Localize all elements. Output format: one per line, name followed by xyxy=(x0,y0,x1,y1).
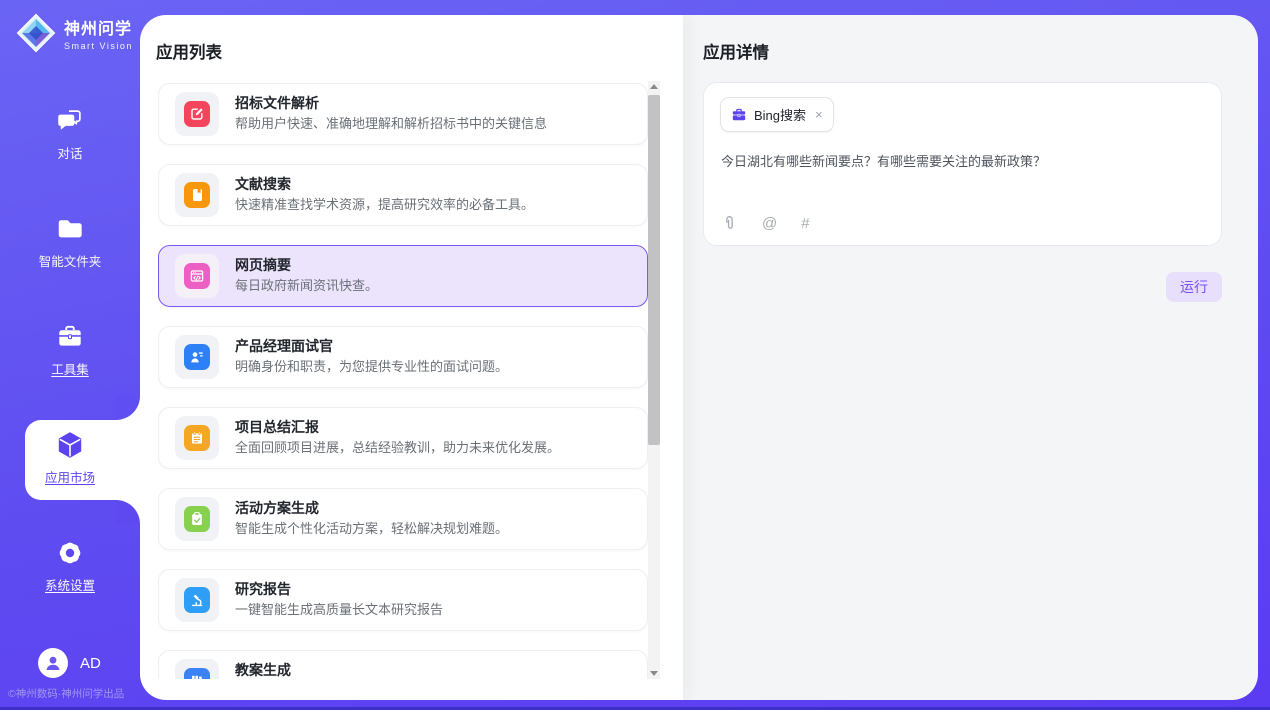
composer-card[interactable]: Bing搜索 × 今日湖北有哪些新闻要点？有哪些需要关注的最新政策？ @ # xyxy=(703,82,1222,246)
scrollbar-down-arrow[interactable] xyxy=(648,667,660,679)
chip-close-icon[interactable]: × xyxy=(815,108,823,121)
app-name: 活动方案生成 xyxy=(235,500,508,518)
tool-chip-bing-search[interactable]: Bing搜索 × xyxy=(720,97,834,132)
sidebar-item-label: 智能文件夹 xyxy=(39,251,102,270)
attachment-icon[interactable] xyxy=(721,215,738,232)
brand-subtitle: Smart Vision xyxy=(64,41,133,51)
browser-code-icon xyxy=(184,263,210,289)
gear-icon xyxy=(55,538,85,568)
books-icon xyxy=(184,668,210,679)
bubble-curve-bottom xyxy=(116,500,140,524)
folder-icon xyxy=(55,214,85,244)
chat-icon xyxy=(55,106,85,136)
sidebar-item-toolset[interactable]: 工具集 xyxy=(0,322,140,379)
person-icon xyxy=(44,654,62,672)
sidebar-item-label: 对话 xyxy=(57,143,82,162)
sidebar-item-app-market[interactable]: 应用市场 xyxy=(0,430,140,487)
app-list-panel: 应用列表 招标文件解析 帮助用户快速、准确地理解和解析招标书中的关键信息 xyxy=(140,15,683,700)
microscope-icon xyxy=(184,587,210,613)
app-name: 网页摘要 xyxy=(235,257,378,275)
app-card-web-summary[interactable]: 网页摘要 每日政府新闻资讯快查。 xyxy=(158,245,648,307)
app-desc: 快速精准查找学术资源，提高研究效率的必备工具。 xyxy=(235,197,534,214)
app-detail-panel: 应用详情 Bing搜索 × 今日湖北有哪些新闻要点？有哪些需要关注的最新政策？ xyxy=(683,15,1258,700)
brand-name: 神州问学 xyxy=(64,15,133,39)
toolbox-icon xyxy=(55,322,85,352)
sidebar-item-label: 工具集 xyxy=(51,359,89,378)
app-desc: 全面回顾项目进展，总结经验教训，助力未来优化发展。 xyxy=(235,440,560,457)
briefcase-icon xyxy=(731,107,747,123)
clipboard-check-icon xyxy=(184,506,210,532)
book-icon xyxy=(184,182,210,208)
bubble-curve-top xyxy=(116,396,140,420)
cube-icon xyxy=(55,430,85,460)
mention-icon[interactable]: @ xyxy=(762,215,777,232)
app-list: 招标文件解析 帮助用户快速、准确地理解和解析招标书中的关键信息 文献搜索 快速精… xyxy=(158,83,648,679)
diamond-gem-icon xyxy=(16,13,56,53)
app-card-research-report[interactable]: 研究报告 一键智能生成高质量长文本研究报告 xyxy=(158,569,648,631)
topic-icon[interactable]: # xyxy=(801,215,809,232)
user-account[interactable]: AD xyxy=(38,648,101,678)
composer-toolbar: @ # xyxy=(721,215,810,232)
query-text[interactable]: 今日湖北有哪些新闻要点？有哪些需要关注的最新政策？ xyxy=(721,152,1204,172)
app-desc: 帮助用户快速、准确地理解和解析招标书中的关键信息 xyxy=(235,116,547,133)
app-name: 研究报告 xyxy=(235,581,443,599)
app-card-lesson-plan[interactable]: 教案生成 模板驱动，教案秒成，教学准备从此轻松快捷 xyxy=(158,650,648,679)
app-desc: 一键智能生成高质量长文本研究报告 xyxy=(235,602,443,619)
sidebar-item-label: 系统设置 xyxy=(45,575,95,594)
app-list-title: 应用列表 xyxy=(156,39,222,63)
app-card-bid-analysis[interactable]: 招标文件解析 帮助用户快速、准确地理解和解析招标书中的关键信息 xyxy=(158,83,648,145)
sidebar: 神州问学 Smart Vision 对话 智能文件夹 工具集 xyxy=(0,0,140,714)
app-card-pm-interviewer[interactable]: 产品经理面试官 明确身份和职责，为您提供专业性的面试问题。 xyxy=(158,326,648,388)
pen-edit-icon xyxy=(184,101,210,127)
run-button[interactable]: 运行 xyxy=(1166,272,1222,302)
app-card-project-summary[interactable]: 项目总结汇报 全面回顾项目进展，总结经验教训，助力未来优化发展。 xyxy=(158,407,648,469)
app-name: 项目总结汇报 xyxy=(235,419,560,437)
sidebar-item-chat[interactable]: 对话 xyxy=(0,106,140,163)
main-content: 应用列表 招标文件解析 帮助用户快速、准确地理解和解析招标书中的关键信息 xyxy=(140,15,1258,700)
avatar xyxy=(38,648,68,678)
app-desc: 每日政府新闻资讯快查。 xyxy=(235,278,378,295)
app-name: 教案生成 xyxy=(235,662,495,679)
sidebar-item-settings[interactable]: 系统设置 xyxy=(0,538,140,595)
sidebar-item-label: 应用市场 xyxy=(45,467,95,486)
app-name: 文献搜索 xyxy=(235,176,534,194)
app-name: 招标文件解析 xyxy=(235,95,547,113)
brand-logo: 神州问学 Smart Vision xyxy=(16,13,133,53)
app-desc: 智能生成个性化活动方案，轻松解决规划难题。 xyxy=(235,521,508,538)
user-initials: AD xyxy=(80,655,101,672)
notepad-icon xyxy=(184,425,210,451)
app-card-literature-search[interactable]: 文献搜索 快速精准查找学术资源，提高研究效率的必备工具。 xyxy=(158,164,648,226)
scrollbar-up-arrow[interactable] xyxy=(648,81,660,93)
tool-chip-label: Bing搜索 xyxy=(754,105,806,124)
app-detail-title: 应用详情 xyxy=(703,39,769,63)
bottom-accent-line xyxy=(0,707,1270,710)
app-card-event-plan[interactable]: 活动方案生成 智能生成个性化活动方案，轻松解决规划难题。 xyxy=(158,488,648,550)
interviewer-icon xyxy=(184,344,210,370)
app-desc: 明确身份和职责，为您提供专业性的面试问题。 xyxy=(235,359,508,376)
sidebar-item-smart-folder[interactable]: 智能文件夹 xyxy=(0,214,140,271)
brand-text: 神州问学 Smart Vision xyxy=(64,15,133,51)
copyright-text: ©神州数码·神州问学出品 xyxy=(8,686,140,701)
scrollbar-thumb[interactable] xyxy=(648,95,660,445)
scrollbar[interactable] xyxy=(648,81,660,679)
app-name: 产品经理面试官 xyxy=(235,338,508,356)
